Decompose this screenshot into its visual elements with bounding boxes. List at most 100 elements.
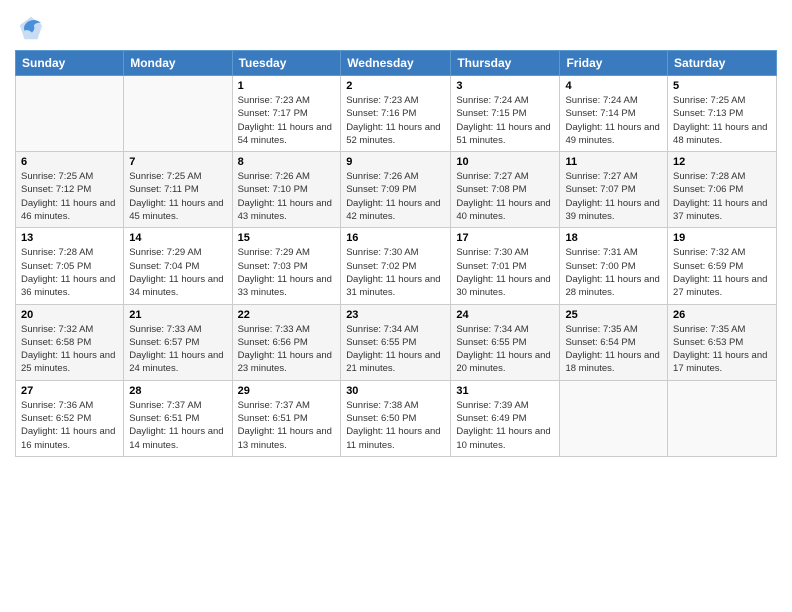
day-cell: 1Sunrise: 7:23 AM Sunset: 7:17 PM Daylig… xyxy=(232,76,341,152)
day-cell: 23 Sunrise: 7:34 AM Sunset: 6:55 PM Dayli… xyxy=(341,304,451,380)
day-number: 22 xyxy=(238,309,336,321)
day-cell: 24 Sunrise: 7:34 AM Sunset: 6:55 PM Dayli… xyxy=(451,304,560,380)
day-number: 11 xyxy=(565,156,662,168)
day-info: Sunrise: 7:28 AM Sunset: 7:05 PM Dayligh… xyxy=(21,246,118,299)
day-info: Sunrise: 7:30 AM Sunset: 7:02 PM Dayligh… xyxy=(346,246,445,299)
day-cell: 3Sunrise: 7:24 AM Sunset: 7:15 PM Daylig… xyxy=(451,76,560,152)
day-number: 31 xyxy=(456,385,554,397)
day-number: 21 xyxy=(129,309,226,321)
day-number: 10 xyxy=(456,156,554,168)
day-info: Sunrise: 7:27 AM Sunset: 7:08 PM Dayligh… xyxy=(456,170,554,223)
day-cell: 17Sunrise: 7:30 AM Sunset: 7:01 PM Dayli… xyxy=(451,228,560,304)
weekday-header-thursday: Thursday xyxy=(451,51,560,76)
day-cell: 4 Sunrise: 7:24 AM Sunset: 7:14 PM Daylig… xyxy=(560,76,668,152)
day-cell: 11 Sunrise: 7:27 AM Sunset: 7:07 PM Dayli… xyxy=(560,152,668,228)
day-info: Sunrise: 7:34 AM Sunset: 6:55 PM Dayligh… xyxy=(456,323,554,376)
day-info: Sunrise: 7:38 AM Sunset: 6:50 PM Dayligh… xyxy=(346,399,445,452)
day-info: Sunrise: 7:32 AM Sunset: 6:59 PM Dayligh… xyxy=(673,246,771,299)
day-info: Sunrise: 7:35 AM Sunset: 6:53 PM Dayligh… xyxy=(673,323,771,376)
day-cell: 2Sunrise: 7:23 AM Sunset: 7:16 PM Daylig… xyxy=(341,76,451,152)
day-number: 19 xyxy=(673,232,771,244)
day-cell: 27Sunrise: 7:36 AM Sunset: 6:52 PM Dayli… xyxy=(16,380,124,456)
week-row-5: 27Sunrise: 7:36 AM Sunset: 6:52 PM Dayli… xyxy=(16,380,777,456)
day-number: 25 xyxy=(565,309,662,321)
day-info: Sunrise: 7:39 AM Sunset: 6:49 PM Dayligh… xyxy=(456,399,554,452)
day-info: Sunrise: 7:25 AM Sunset: 7:12 PM Dayligh… xyxy=(21,170,118,223)
weekday-header-row: SundayMondayTuesdayWednesdayThursdayFrid… xyxy=(16,51,777,76)
day-cell: 5 Sunrise: 7:25 AM Sunset: 7:13 PM Daylig… xyxy=(668,76,777,152)
week-row-1: 1Sunrise: 7:23 AM Sunset: 7:17 PM Daylig… xyxy=(16,76,777,152)
day-cell xyxy=(124,76,232,152)
weekday-header-sunday: Sunday xyxy=(16,51,124,76)
day-number: 7 xyxy=(129,156,226,168)
logo xyxy=(15,14,47,42)
weekday-header-tuesday: Tuesday xyxy=(232,51,341,76)
day-cell: 21 Sunrise: 7:33 AM Sunset: 6:57 PM Dayli… xyxy=(124,304,232,380)
day-cell: 9 Sunrise: 7:26 AM Sunset: 7:09 PM Daylig… xyxy=(341,152,451,228)
day-number: 26 xyxy=(673,309,771,321)
day-info: Sunrise: 7:31 AM Sunset: 7:00 PM Dayligh… xyxy=(565,246,662,299)
day-number: 29 xyxy=(238,385,336,397)
day-info: Sunrise: 7:27 AM Sunset: 7:07 PM Dayligh… xyxy=(565,170,662,223)
day-info: Sunrise: 7:29 AM Sunset: 7:03 PM Dayligh… xyxy=(238,246,336,299)
day-cell: 19 Sunrise: 7:32 AM Sunset: 6:59 PM Dayli… xyxy=(668,228,777,304)
day-cell: 25 Sunrise: 7:35 AM Sunset: 6:54 PM Dayli… xyxy=(560,304,668,380)
day-info: Sunrise: 7:33 AM Sunset: 6:57 PM Dayligh… xyxy=(129,323,226,376)
day-number: 16 xyxy=(346,232,445,244)
day-cell xyxy=(16,76,124,152)
day-info: Sunrise: 7:28 AM Sunset: 7:06 PM Dayligh… xyxy=(673,170,771,223)
day-cell: 29 Sunrise: 7:37 AM Sunset: 6:51 PM Dayli… xyxy=(232,380,341,456)
day-cell: 28 Sunrise: 7:37 AM Sunset: 6:51 PM Dayli… xyxy=(124,380,232,456)
day-cell: 20 Sunrise: 7:32 AM Sunset: 6:58 PM Dayli… xyxy=(16,304,124,380)
day-number: 13 xyxy=(21,232,118,244)
day-number: 9 xyxy=(346,156,445,168)
weekday-header-wednesday: Wednesday xyxy=(341,51,451,76)
day-info: Sunrise: 7:24 AM Sunset: 7:15 PM Dayligh… xyxy=(456,94,554,147)
day-info: Sunrise: 7:25 AM Sunset: 7:13 PM Dayligh… xyxy=(673,94,771,147)
day-number: 23 xyxy=(346,309,445,321)
day-cell: 30 Sunrise: 7:38 AM Sunset: 6:50 PM Dayli… xyxy=(341,380,451,456)
day-info: Sunrise: 7:36 AM Sunset: 6:52 PM Dayligh… xyxy=(21,399,118,452)
day-info: Sunrise: 7:25 AM Sunset: 7:11 PM Dayligh… xyxy=(129,170,226,223)
day-number: 15 xyxy=(238,232,336,244)
day-cell: 6 Sunrise: 7:25 AM Sunset: 7:12 PM Daylig… xyxy=(16,152,124,228)
week-row-2: 6 Sunrise: 7:25 AM Sunset: 7:12 PM Daylig… xyxy=(16,152,777,228)
day-info: Sunrise: 7:29 AM Sunset: 7:04 PM Dayligh… xyxy=(129,246,226,299)
day-info: Sunrise: 7:37 AM Sunset: 6:51 PM Dayligh… xyxy=(238,399,336,452)
day-info: Sunrise: 7:23 AM Sunset: 7:16 PM Dayligh… xyxy=(346,94,445,147)
day-info: Sunrise: 7:30 AM Sunset: 7:01 PM Dayligh… xyxy=(456,246,554,299)
day-cell: 12Sunrise: 7:28 AM Sunset: 7:06 PM Dayli… xyxy=(668,152,777,228)
logo-icon xyxy=(17,14,45,42)
day-cell xyxy=(560,380,668,456)
day-info: Sunrise: 7:24 AM Sunset: 7:14 PM Dayligh… xyxy=(565,94,662,147)
day-cell: 22Sunrise: 7:33 AM Sunset: 6:56 PM Dayli… xyxy=(232,304,341,380)
day-info: Sunrise: 7:34 AM Sunset: 6:55 PM Dayligh… xyxy=(346,323,445,376)
day-number: 20 xyxy=(21,309,118,321)
day-info: Sunrise: 7:35 AM Sunset: 6:54 PM Dayligh… xyxy=(565,323,662,376)
day-info: Sunrise: 7:37 AM Sunset: 6:51 PM Dayligh… xyxy=(129,399,226,452)
day-number: 14 xyxy=(129,232,226,244)
day-number: 5 xyxy=(673,80,771,92)
week-row-4: 20 Sunrise: 7:32 AM Sunset: 6:58 PM Dayli… xyxy=(16,304,777,380)
day-info: Sunrise: 7:32 AM Sunset: 6:58 PM Dayligh… xyxy=(21,323,118,376)
weekday-header-saturday: Saturday xyxy=(668,51,777,76)
day-cell: 14 Sunrise: 7:29 AM Sunset: 7:04 PM Dayli… xyxy=(124,228,232,304)
day-number: 4 xyxy=(565,80,662,92)
page-container: SundayMondayTuesdayWednesdayThursdayFrid… xyxy=(0,0,792,467)
day-number: 24 xyxy=(456,309,554,321)
day-number: 6 xyxy=(21,156,118,168)
day-info: Sunrise: 7:26 AM Sunset: 7:09 PM Dayligh… xyxy=(346,170,445,223)
day-cell: 18 Sunrise: 7:31 AM Sunset: 7:00 PM Dayli… xyxy=(560,228,668,304)
day-number: 8 xyxy=(238,156,336,168)
day-number: 1 xyxy=(238,80,336,92)
day-number: 28 xyxy=(129,385,226,397)
day-cell: 16 Sunrise: 7:30 AM Sunset: 7:02 PM Dayli… xyxy=(341,228,451,304)
header-area xyxy=(15,10,777,42)
day-info: Sunrise: 7:26 AM Sunset: 7:10 PM Dayligh… xyxy=(238,170,336,223)
week-row-3: 13 Sunrise: 7:28 AM Sunset: 7:05 PM Dayli… xyxy=(16,228,777,304)
day-number: 18 xyxy=(565,232,662,244)
day-number: 30 xyxy=(346,385,445,397)
day-cell: 8 Sunrise: 7:26 AM Sunset: 7:10 PM Daylig… xyxy=(232,152,341,228)
day-cell: 31 Sunrise: 7:39 AM Sunset: 6:49 PM Dayli… xyxy=(451,380,560,456)
day-cell: 26 Sunrise: 7:35 AM Sunset: 6:53 PM Dayli… xyxy=(668,304,777,380)
